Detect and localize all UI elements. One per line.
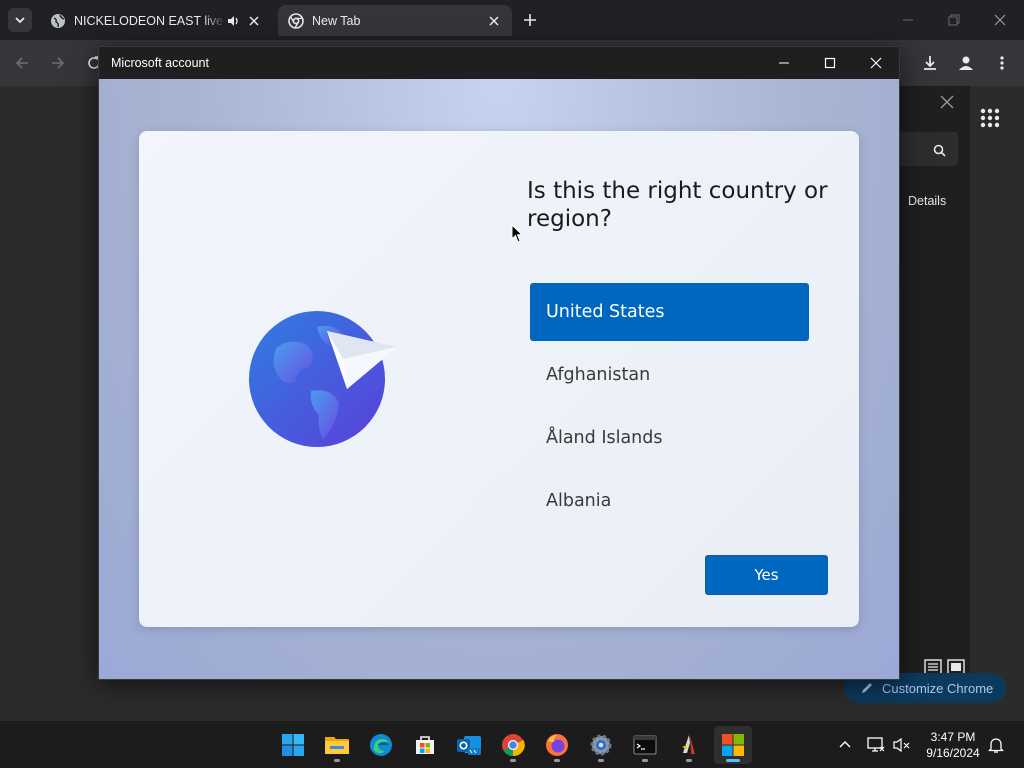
search-icon[interactable] bbox=[933, 144, 946, 157]
window-title: Microsoft account bbox=[111, 56, 209, 70]
microsoft-store-icon bbox=[416, 736, 434, 754]
pencil-icon bbox=[862, 683, 872, 693]
taskbar-file-explorer[interactable] bbox=[318, 726, 356, 764]
terminal-icon bbox=[633, 735, 657, 755]
notifications-button[interactable] bbox=[986, 735, 1006, 755]
region-card: Is this the right country or region? Uni… bbox=[139, 131, 859, 627]
taskbar-settings[interactable] bbox=[582, 726, 620, 764]
window-close-button[interactable] bbox=[853, 49, 899, 77]
maximize-icon bbox=[824, 57, 836, 69]
close-icon bbox=[870, 57, 882, 69]
clock-time: 3:47 PM bbox=[930, 730, 976, 744]
taskbar-microsoft-store[interactable] bbox=[406, 726, 444, 764]
volume-button[interactable] bbox=[892, 735, 912, 755]
tab-new-tab[interactable]: New Tab bbox=[278, 5, 512, 36]
window-content: Is this the right country or region? Uni… bbox=[99, 79, 899, 679]
browser-restore-button[interactable] bbox=[936, 6, 972, 34]
arrow-left-icon bbox=[15, 57, 28, 69]
clock[interactable]: 3:47 PM 9/16/2024 bbox=[918, 729, 988, 761]
taskbar-microsoft-account[interactable] bbox=[714, 726, 752, 764]
country-option[interactable]: Åland Islands bbox=[530, 409, 809, 467]
browser-minimize-button[interactable] bbox=[890, 6, 926, 34]
file-explorer-icon bbox=[325, 737, 349, 754]
taskbar: 3:47 PM 9/16/2024 bbox=[0, 720, 1024, 768]
clock-date: 9/16/2024 bbox=[926, 746, 980, 760]
country-option[interactable]: Afghanistan bbox=[530, 346, 809, 404]
chevron-down-icon bbox=[15, 17, 25, 24]
close-tab-icon[interactable] bbox=[486, 13, 502, 29]
chevron-up-icon bbox=[839, 741, 851, 748]
region-question-heading: Is this the right country or region? bbox=[527, 178, 828, 232]
close-icon bbox=[994, 14, 1006, 26]
window-maximize-button[interactable] bbox=[807, 49, 853, 77]
microsoft-account-window: Microsoft account Is this the right coun… bbox=[98, 46, 900, 680]
back-button[interactable] bbox=[8, 49, 36, 77]
taskbar-app[interactable] bbox=[670, 726, 708, 764]
browser-close-button[interactable] bbox=[982, 6, 1018, 34]
app-icon bbox=[682, 735, 695, 754]
profile-button[interactable] bbox=[952, 49, 980, 77]
outlook-new-icon bbox=[457, 736, 481, 755]
speaker-muted-icon bbox=[893, 737, 910, 753]
plus-icon bbox=[524, 14, 536, 26]
country-list[interactable]: United States Afghanistan Åland Islands … bbox=[530, 283, 809, 535]
bell-icon bbox=[988, 738, 1004, 753]
tab-title: New Tab bbox=[312, 13, 361, 28]
minimize-icon bbox=[903, 19, 913, 21]
new-tab-button[interactable] bbox=[518, 8, 542, 32]
close-icon[interactable] bbox=[940, 95, 954, 109]
yes-button[interactable]: Yes bbox=[705, 555, 828, 595]
chrome-logo-icon bbox=[288, 12, 304, 29]
tab-nickelodeon[interactable]: NICKELODEON EAST live stream bbox=[40, 5, 272, 36]
country-option-selected[interactable]: United States bbox=[530, 283, 809, 341]
taskbar-edge[interactable] bbox=[362, 726, 400, 764]
tab-search-button[interactable] bbox=[8, 8, 32, 32]
download-icon bbox=[924, 56, 936, 70]
country-option[interactable]: Albania bbox=[530, 472, 809, 530]
chrome-icon bbox=[502, 734, 525, 757]
network-button[interactable] bbox=[866, 735, 886, 755]
audio-playing-icon[interactable] bbox=[226, 14, 240, 28]
taskbar-chrome[interactable] bbox=[494, 726, 532, 764]
more-vertical-icon bbox=[1000, 56, 1004, 70]
firefox-icon bbox=[546, 734, 568, 756]
browser-tab-strip: NICKELODEON EAST live stream New Tab bbox=[0, 0, 1024, 40]
windows-start-icon bbox=[282, 734, 304, 756]
window-titlebar[interactable]: Microsoft account bbox=[99, 47, 899, 79]
edge-icon bbox=[370, 734, 392, 756]
settings-icon bbox=[590, 734, 612, 756]
network-ethernet-icon bbox=[867, 737, 885, 752]
globe-paper-plane-illustration bbox=[249, 311, 397, 447]
chrome-menu-button[interactable] bbox=[988, 49, 1016, 77]
google-apps-icon[interactable] bbox=[978, 106, 1002, 130]
taskbar-outlook[interactable] bbox=[450, 726, 488, 764]
minimize-icon bbox=[779, 62, 789, 64]
taskbar-terminal[interactable] bbox=[626, 726, 664, 764]
profile-icon bbox=[959, 56, 973, 70]
downloads-button[interactable] bbox=[916, 49, 944, 77]
close-tab-icon[interactable] bbox=[246, 13, 262, 29]
tab-title: NICKELODEON EAST live stream bbox=[74, 13, 226, 28]
restore-icon bbox=[948, 14, 960, 26]
globe-icon bbox=[51, 13, 65, 28]
window-minimize-button[interactable] bbox=[761, 49, 807, 77]
details-link[interactable]: Details bbox=[908, 194, 946, 208]
start-button[interactable] bbox=[274, 726, 312, 764]
arrow-right-icon bbox=[52, 57, 65, 69]
customize-chrome-label: Customize Chrome bbox=[882, 680, 994, 696]
microsoft-account-icon bbox=[722, 734, 744, 756]
mouse-pointer-icon bbox=[511, 224, 523, 243]
taskbar-firefox[interactable] bbox=[538, 726, 576, 764]
forward-button[interactable] bbox=[44, 49, 72, 77]
show-hidden-icons-button[interactable] bbox=[835, 735, 855, 755]
